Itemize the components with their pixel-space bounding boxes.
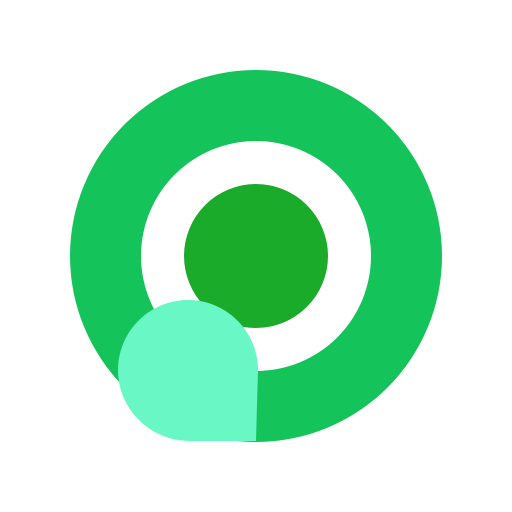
icon-canvas	[0, 0, 512, 512]
app-logo-icon	[70, 70, 442, 442]
speech-bubble-icon	[118, 300, 258, 441]
